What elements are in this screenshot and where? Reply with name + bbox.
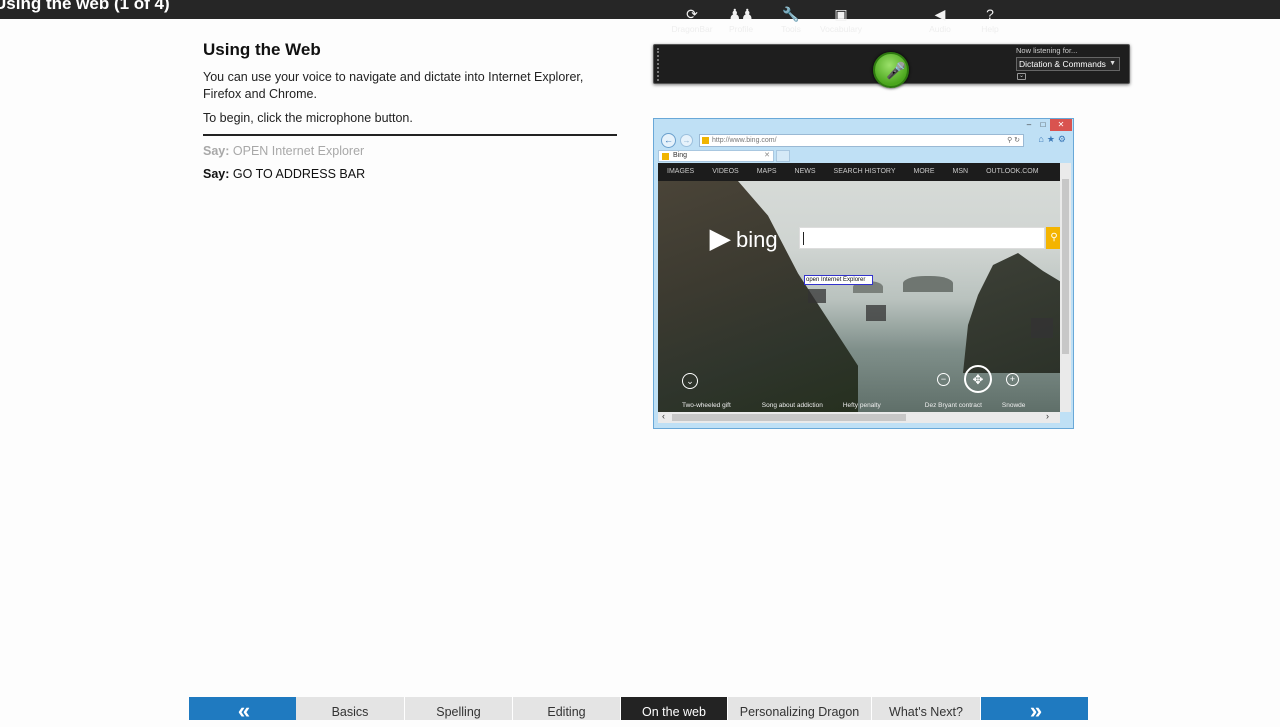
speaker-icon: ◀ [934, 6, 946, 22]
window-titlebar: Using the web (1 of 4) [0, 0, 1280, 19]
chevron-left-icon[interactable]: ‹ [662, 411, 665, 421]
bing-nav-item[interactable]: SEARCH HISTORY [825, 163, 905, 181]
next-button[interactable]: » [981, 697, 1088, 723]
nav-tab-whats-next[interactable]: What's Next? [872, 697, 981, 720]
nav-tab-personalizing[interactable]: Personalizing Dragon [728, 697, 872, 720]
window-controls: – □ ✕ [1022, 119, 1072, 132]
double-chevron-left-icon: « [237, 698, 250, 723]
nav-tab-on-the-web[interactable]: On the web [621, 697, 728, 720]
search-refresh-icon[interactable]: ⚲ ↻ [1007, 135, 1020, 146]
bing-b-icon: ▶ [710, 223, 730, 253]
bing-nav-item[interactable]: MORE [905, 163, 944, 181]
horizontal-scrollbar[interactable]: ‹ › [658, 411, 1060, 423]
step-prefix: Say: [203, 144, 230, 158]
news-item[interactable]: Song about addiction [762, 399, 823, 412]
microphone-icon: 🎤 [886, 63, 906, 80]
search-icon[interactable]: ⚲ [1046, 227, 1060, 249]
help-button[interactable]: ? Help [967, 4, 1013, 38]
chevron-down-icon: ▼ [1109, 60, 1116, 67]
voice-tooltip: open Internet Explorer [804, 275, 873, 285]
vocabulary-button[interactable]: ▣ Vocabulary [818, 4, 864, 38]
chevron-right-icon[interactable]: › [1046, 411, 1049, 421]
hotspot-marker [1031, 318, 1053, 338]
step-prefix: Say: [203, 167, 230, 181]
expand-icon[interactable]: ⌄ [1017, 73, 1026, 80]
dragonbar-grip[interactable] [657, 48, 662, 81]
hotspot-marker [808, 289, 826, 303]
address-bar[interactable]: http://www.bing.com/ ⚲ ↻ [699, 134, 1024, 147]
zoom-in-icon[interactable]: + [1006, 373, 1019, 386]
vertical-scrollbar[interactable] [1060, 163, 1071, 412]
zoom-out-icon[interactable]: − [937, 373, 950, 386]
bing-nav: IMAGES VIDEOS MAPS NEWS SEARCH HISTORY M… [658, 163, 1060, 181]
lesson-heading: Using the Web [203, 40, 321, 59]
close-tab-icon[interactable]: ✕ [764, 151, 770, 161]
wrench-icon: 🔧 [782, 6, 800, 22]
tools-button[interactable]: 🔧 Tools [768, 4, 814, 38]
double-chevron-right-icon: » [1029, 698, 1042, 723]
window-title: Using the web (1 of 4) [0, 0, 170, 13]
scroll-thumb[interactable] [1062, 179, 1069, 354]
vocabulary-icon: ▣ [834, 6, 848, 22]
lesson-intro: You can use your voice to navigate and d… [203, 70, 584, 101]
dragon-icon: ⟳ [686, 6, 698, 22]
forward-button[interactable]: → [680, 134, 693, 147]
listening-label: Now listening for... [1016, 46, 1078, 55]
browser-window: – □ ✕ ← → http://www.bing.com/ ⚲ ↻ ⌂★⚙ B… [653, 118, 1074, 429]
lesson-instruction: To begin, click the microphone button. [203, 111, 413, 125]
nav-tab-spelling[interactable]: Spelling [405, 697, 513, 720]
bing-nav-item[interactable]: NEWS [786, 163, 825, 181]
bing-search-input[interactable] [799, 227, 1045, 249]
new-tab-button[interactable] [776, 150, 790, 162]
step-command: OPEN Internet Explorer [232, 144, 365, 158]
audio-button[interactable]: ◀ Audio [917, 4, 963, 38]
bing-nav-item[interactable]: MAPS [748, 163, 786, 181]
lesson-panel: Using the Web You can use your voice to … [203, 40, 618, 181]
bing-nav-item[interactable]: VIDEOS [703, 163, 747, 181]
browser-toolbar-icons[interactable]: ⌂★⚙ [1038, 134, 1069, 145]
bing-logo: ▶ bing [710, 223, 778, 253]
favicon-icon [662, 153, 669, 160]
step-command: GO TO ADDRESS BAR [232, 167, 366, 181]
background-island [903, 276, 953, 292]
nav-tab-editing[interactable]: Editing [513, 697, 621, 720]
dragonbar-button[interactable]: ⟳ DragonBar [669, 4, 715, 38]
browser-tab[interactable]: Bing ✕ [658, 150, 774, 162]
favicon-icon [702, 137, 709, 144]
microphone-button[interactable]: 🎤 [873, 52, 909, 88]
news-item[interactable]: Hefty penalty [843, 399, 881, 412]
news-item[interactable]: Snowde [1002, 399, 1026, 412]
scroll-thumb[interactable] [672, 414, 906, 421]
help-icon: ? [986, 6, 994, 22]
background-cliff [963, 253, 1060, 373]
pan-icon[interactable]: ✥ [964, 365, 992, 393]
bing-page: IMAGES VIDEOS MAPS NEWS SEARCH HISTORY M… [658, 163, 1060, 412]
news-item[interactable]: Two-wheeled gift [682, 399, 731, 412]
news-strip: Two-wheeled gift Song about addiction He… [658, 399, 1060, 412]
listening-mode-value: Dictation & Commands [1019, 59, 1106, 69]
nav-tab-basics[interactable]: Basics [296, 697, 405, 720]
step-done: Say: OPEN Internet Explorer [203, 144, 618, 158]
chevron-down-icon[interactable]: ⌄ [682, 373, 698, 389]
back-button[interactable]: ← [661, 133, 676, 148]
address-value: http://www.bing.com/ [712, 137, 777, 144]
minimize-icon[interactable]: – [1022, 119, 1036, 131]
profile-icon: ♟♟ [728, 6, 754, 22]
bing-nav-item[interactable]: OUTLOOK.COM [977, 163, 1048, 181]
hotspot-marker [866, 305, 886, 321]
lesson-nav: « Basics Spelling Editing On the web Per… [189, 697, 1088, 723]
text-cursor [803, 232, 804, 245]
maximize-icon[interactable]: □ [1036, 119, 1050, 131]
previous-button[interactable]: « [189, 697, 296, 723]
profile-button[interactable]: ♟♟ Profile [718, 4, 764, 38]
news-item[interactable]: Dez Bryant contract [925, 399, 982, 412]
step-current: Say: GO TO ADDRESS BAR [203, 167, 618, 181]
tab-label: Bing [673, 152, 688, 159]
bing-nav-item[interactable]: MSN [944, 163, 978, 181]
listening-mode-select[interactable]: Dictation & Commands ▼ [1016, 57, 1120, 71]
divider [203, 134, 617, 136]
close-icon[interactable]: ✕ [1050, 119, 1072, 131]
bing-nav-item[interactable]: IMAGES [658, 163, 703, 181]
